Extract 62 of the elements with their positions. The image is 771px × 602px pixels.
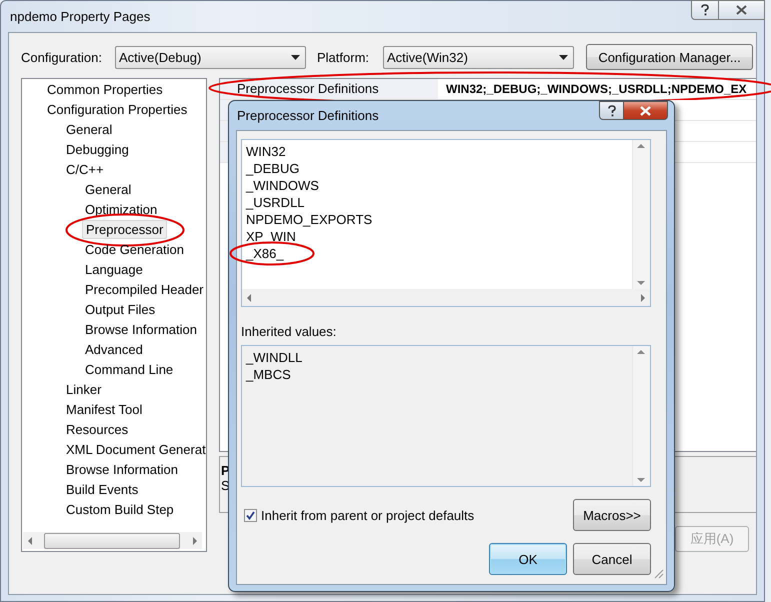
close-icon: [736, 5, 747, 15]
property-name[interactable]: Preprocessor Definitions: [220, 79, 438, 99]
tree-item[interactable]: Debugging: [63, 141, 132, 158]
vertical-scrollbar[interactable]: [632, 346, 650, 486]
tree-item[interactable]: Preprocessor: [82, 220, 168, 239]
definition-value: _USRDLL: [246, 195, 305, 210]
help-button[interactable]: [599, 101, 624, 120]
tree-item[interactable]: Common Properties: [44, 81, 166, 98]
inherited-value: _WINDLL: [246, 350, 302, 365]
caret-icon: [291, 54, 300, 60]
tree-item[interactable]: C/C++: [63, 161, 107, 178]
tree-item[interactable]: Linker: [63, 381, 104, 398]
ok-button[interactable]: OK: [489, 543, 567, 575]
close-icon: [640, 106, 651, 116]
cancel-button[interactable]: Cancel: [573, 543, 651, 575]
platform-dropdown[interactable]: Active(Win32): [383, 46, 574, 68]
tree-item[interactable]: Browse Information: [82, 321, 200, 338]
resize-grip-icon[interactable]: [654, 569, 664, 579]
dialog-title: Preprocessor Definitions: [237, 108, 379, 123]
definitions-field[interactable]: WIN32 _DEBUG _WINDOWS _USRDLL NPDEMO_EXPORTS XP_WIN _X86_: [241, 139, 651, 307]
close-button[interactable]: [719, 0, 765, 20]
tree-item[interactable]: Configuration Properties: [44, 101, 190, 118]
horizontal-scrollbar[interactable]: [23, 532, 202, 549]
tree-item[interactable]: XML Document Generat: [63, 441, 206, 458]
definition-value: NPDEMO_EXPORTS: [246, 212, 372, 227]
configuration-label: Configuration:: [21, 50, 103, 64]
configuration-manager-button[interactable]: Configuration Manager...: [586, 44, 753, 70]
tree-item[interactable]: Advanced: [82, 341, 146, 358]
tree-item[interactable]: Code Generation: [82, 241, 188, 258]
tree-item[interactable]: Build Events: [63, 481, 142, 498]
property-value[interactable]: WIN32;_DEBUG;_WINDOWS;_USRDLL;NPDEMO_EX: [438, 79, 747, 99]
horizontal-scrollbar[interactable]: [242, 289, 650, 306]
definition-value: XP_WIN: [246, 229, 296, 244]
inherited-value: _MBCS: [246, 367, 291, 382]
macros-button[interactable]: Macros>>: [573, 499, 651, 531]
tree-item[interactable]: Output Files: [82, 301, 158, 318]
tree-item[interactable]: Browse Information: [63, 461, 181, 478]
help-icon: [701, 4, 709, 16]
help-button[interactable]: [691, 0, 719, 20]
tree-item[interactable]: Optimization: [82, 201, 160, 218]
configuration-dropdown[interactable]: Active(Debug): [115, 46, 306, 68]
definition-value: _WINDOWS: [246, 178, 319, 193]
help-icon: [608, 104, 616, 116]
close-button[interactable]: [624, 101, 668, 120]
vertical-scrollbar[interactable]: [632, 140, 650, 289]
platform-label: Platform:: [317, 50, 370, 64]
tree-item[interactable]: General: [82, 181, 134, 198]
checkbox[interactable]: [244, 508, 257, 522]
definition-value: WIN32: [246, 144, 286, 159]
inherited-values-label: Inherited values:: [241, 324, 338, 339]
tree-item[interactable]: Language: [82, 261, 146, 278]
tree-item[interactable]: Manifest Tool: [63, 401, 146, 418]
tree-item[interactable]: Custom Build Step: [63, 501, 177, 518]
caret-icon: [559, 54, 568, 60]
definition-value: _DEBUG: [246, 161, 300, 176]
tree-item[interactable]: Command Line: [82, 361, 176, 378]
checkbox-label: Inherit from parent or project defaults: [261, 508, 474, 522]
tree-item[interactable]: General: [63, 121, 116, 138]
tree-item[interactable]: Precompiled Header: [82, 281, 206, 298]
definition-value: _X86_: [246, 246, 284, 261]
window-title: npdemo Property Pages: [10, 9, 150, 24]
tree-item[interactable]: Resources: [63, 421, 132, 438]
